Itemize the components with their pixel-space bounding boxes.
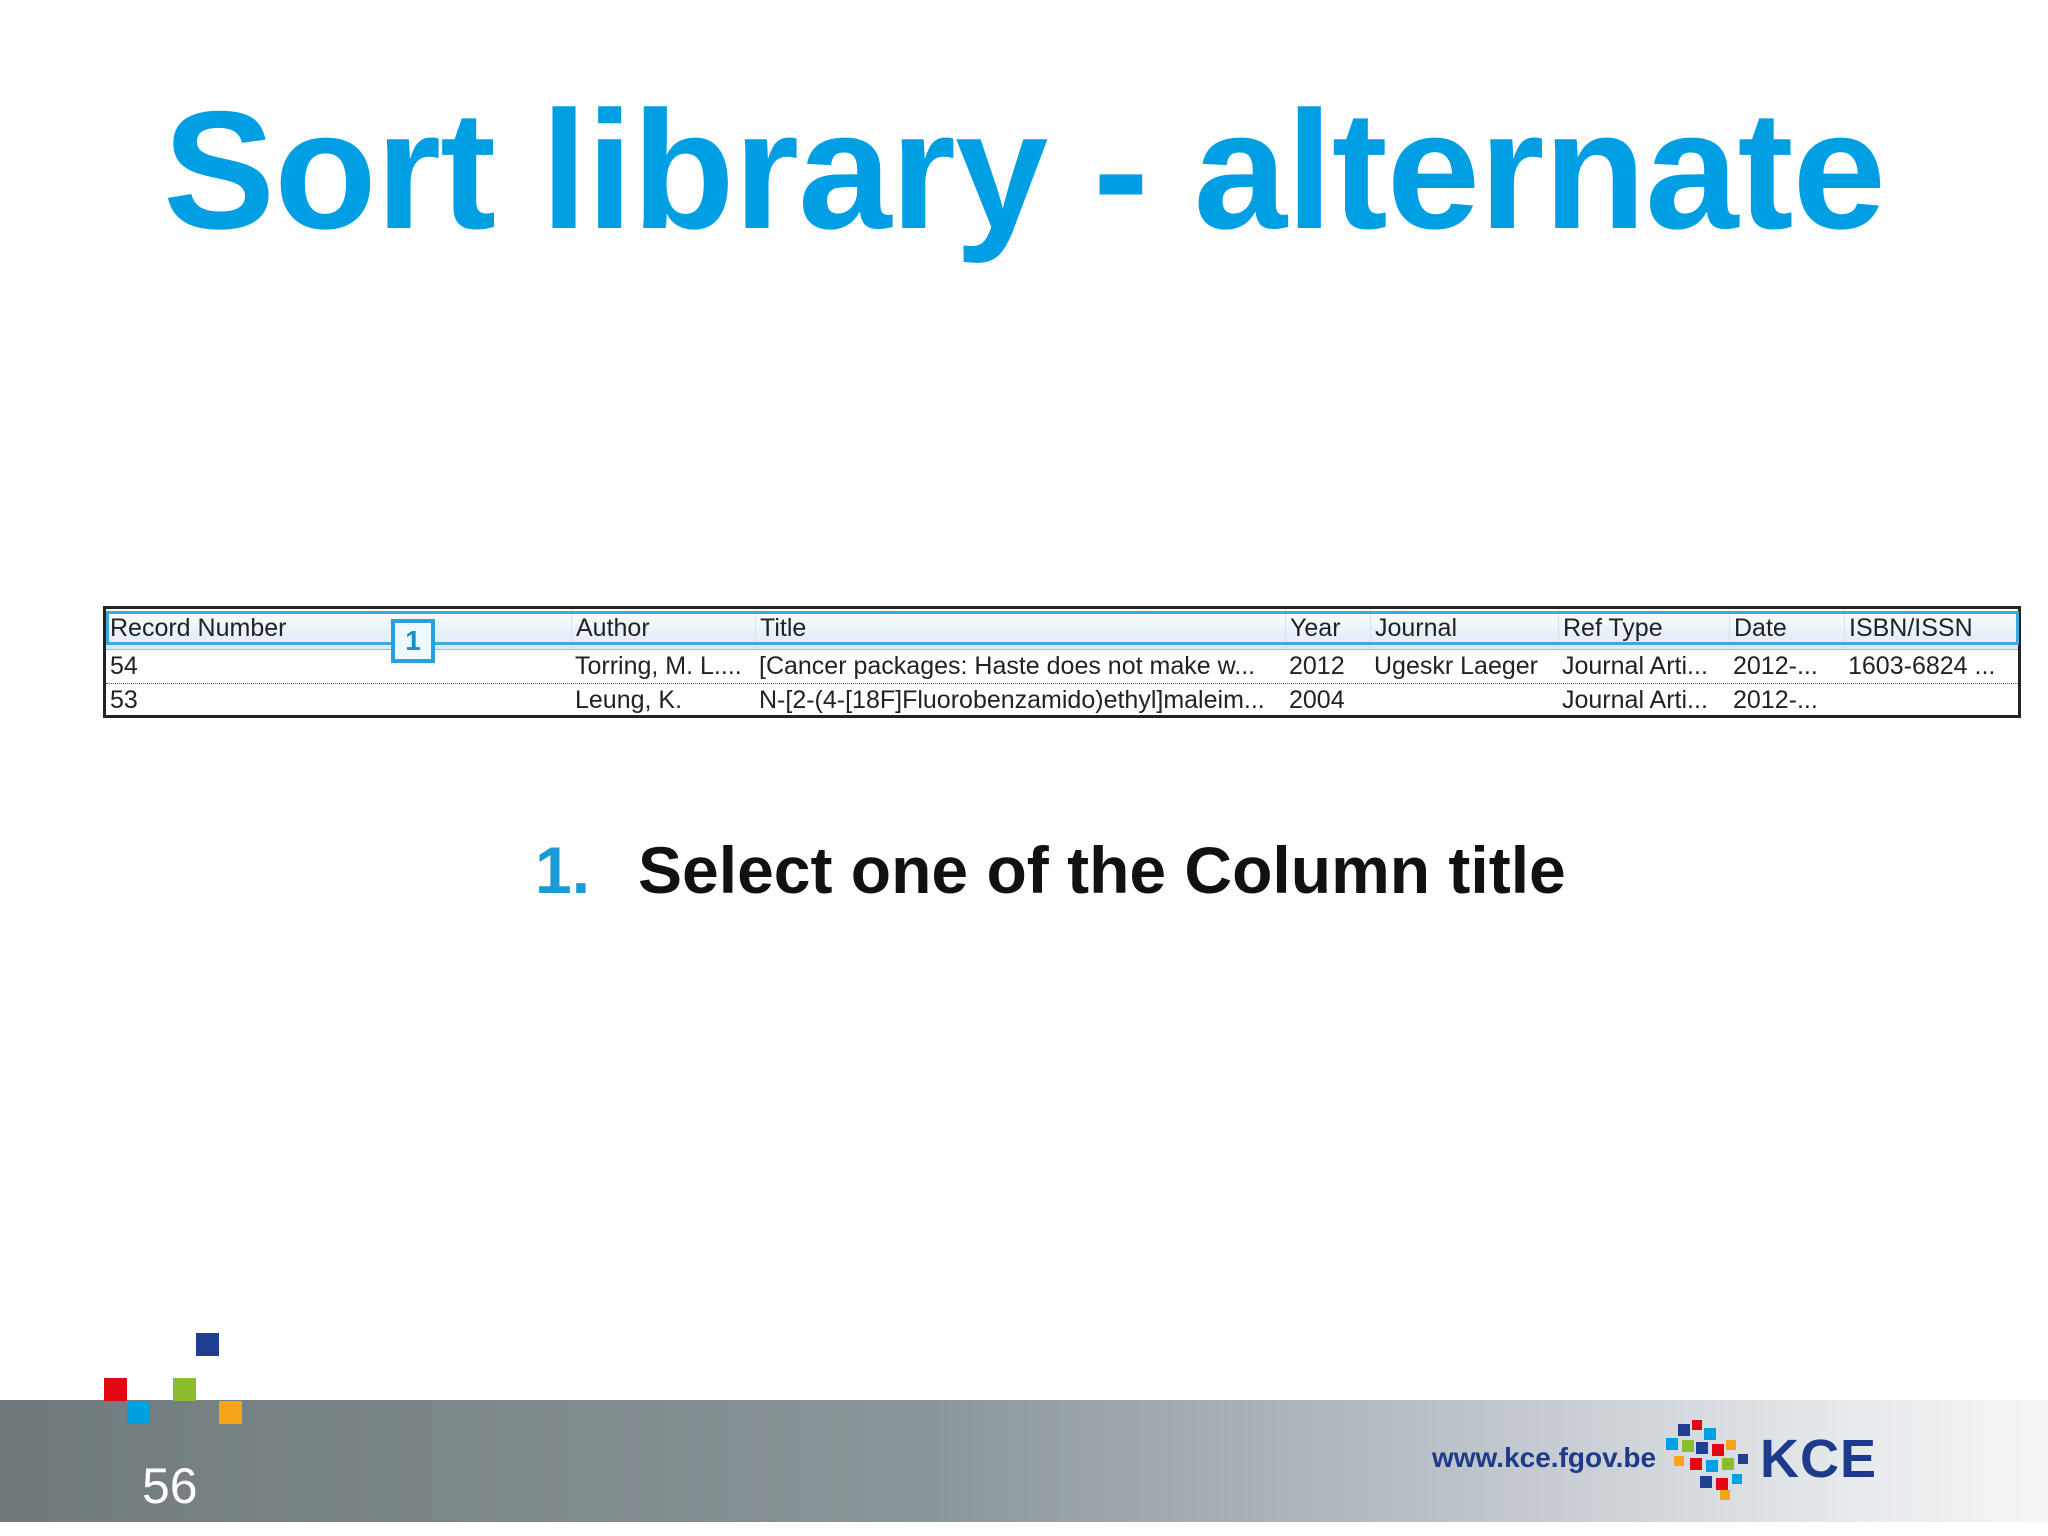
cell-year: 2012	[1289, 652, 1345, 680]
table-header-row: Record Number Author Title Year Journal …	[106, 609, 2019, 663]
column-header-record-number[interactable]: Record Number	[106, 609, 571, 649]
cell-ref-type: Journal Arti...	[1562, 652, 1708, 680]
library-table: Record Number Author Title Year Journal …	[103, 606, 2021, 718]
footer-url: www.kce.fgov.be	[1432, 1442, 1657, 1473]
page-number: 56	[142, 1458, 198, 1514]
cell-journal: Ugeskr Laeger	[1374, 652, 1538, 680]
column-header-isbn-issn[interactable]: ISBN/ISSN	[1844, 609, 2019, 649]
cell-title: N-[2-(4-[18F]Fluorobenzamido)ethyl]malei…	[759, 686, 1265, 714]
cell-isbn-issn	[1844, 683, 2019, 717]
cell-date: 2012-...	[1733, 686, 1818, 714]
column-header-author[interactable]: Author	[571, 609, 755, 649]
table-row[interactable]: 53 Leung, K. N-[2-(4-[18F]Fluorobenzamid…	[106, 683, 2018, 717]
cell-author: Leung, K.	[575, 686, 683, 714]
column-header-ref-type[interactable]: Ref Type	[1558, 609, 1729, 649]
cell-journal	[1370, 683, 1558, 717]
column-header-year[interactable]: Year	[1285, 609, 1370, 649]
cell-date: 2012-...	[1733, 652, 1818, 680]
instruction-step: 1. Select one of the Column title	[535, 832, 1566, 908]
kce-mosaic-logo-icon	[1666, 1420, 1748, 1500]
table-row[interactable]: 54 Torring, M. L.... [Cancer packages: H…	[106, 649, 2018, 684]
instruction-number: 1.	[535, 833, 591, 907]
slide-title: Sort library - alternate	[163, 76, 1886, 264]
cell-author: Torring, M. L....	[575, 652, 742, 680]
cell-record-number: 53	[110, 686, 138, 714]
column-header-date[interactable]: Date	[1729, 609, 1844, 649]
cell-title: [Cancer packages: Haste does not make w.…	[759, 652, 1256, 680]
instruction-text: Select one of the Column title	[638, 833, 1566, 907]
column-header-journal[interactable]: Journal	[1370, 609, 1558, 649]
cell-isbn-issn: 1603-6824 ...	[1848, 652, 1996, 680]
cell-record-number: 54	[110, 652, 138, 680]
kce-brand-text: KCE	[1760, 1429, 1878, 1489]
cell-ref-type: Journal Arti...	[1562, 686, 1708, 714]
column-header-title[interactable]: Title	[755, 609, 1285, 649]
cell-year: 2004	[1289, 686, 1345, 714]
